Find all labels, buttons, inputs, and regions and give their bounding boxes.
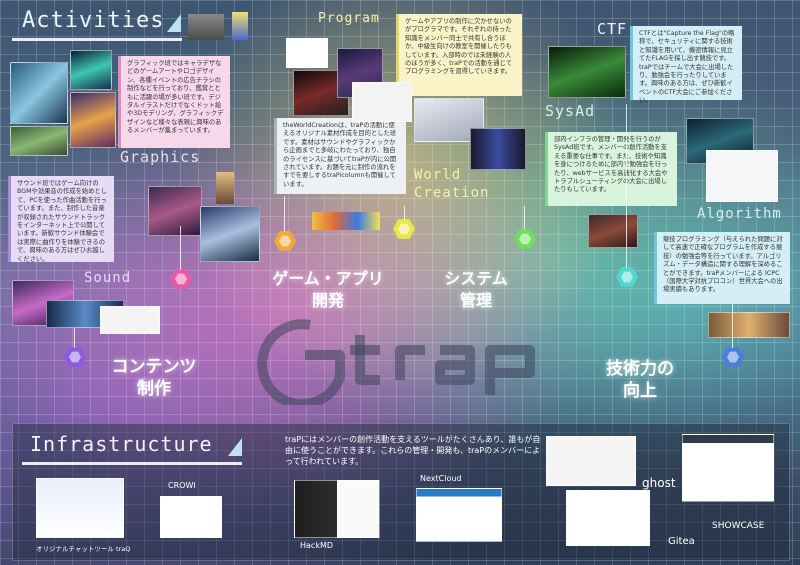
- title-world-creation: World Creation: [414, 167, 490, 201]
- title-program: Program: [318, 11, 380, 26]
- ghost-screenshot: [546, 436, 636, 486]
- title-activities: Activities: [22, 8, 165, 33]
- connector-line: [180, 226, 181, 270]
- algorithm-photo: [708, 312, 790, 338]
- nextcloud-logo: NextCloud: [420, 474, 462, 483]
- title-graphics: Graphics: [120, 148, 201, 166]
- panel-sysad: 部内インフラの管理・開発を行うのがSysAd班です。メンバーの創作活動を支える重…: [545, 132, 677, 206]
- panel-program: ゲームやアプリの制作に欠かせないのがプログラマです。それぞれの持った知識をメンバ…: [396, 14, 522, 96]
- crowi-logo: CROWI: [168, 481, 196, 490]
- title-sound: Sound: [84, 270, 132, 286]
- crowi-screenshot: [160, 496, 222, 538]
- program-screenshot-1: [286, 38, 328, 68]
- world-creation-icons: [312, 212, 380, 230]
- connector-line: [732, 304, 733, 348]
- title-ctf: CTF: [597, 20, 628, 38]
- showcase-screenshot: [682, 434, 774, 502]
- robot-sprite: [188, 14, 224, 40]
- title-bar-activities: [12, 38, 182, 41]
- connector-line: [524, 206, 525, 230]
- infrastructure-description: traPにはメンバーの創作活動を支えるツールがたくさんあり、誰もが自由に使うこと…: [285, 435, 541, 466]
- panel-graphics: グラフィック班ではキャラデザなどのゲームアートやロゴデザイン、各種イベントの広告…: [118, 56, 230, 148]
- panel-algorithm: 競技プログラミング（与えられた問題に対して高速で正確なプログラムを作成する競技）…: [654, 232, 790, 304]
- sysad-photo: [588, 214, 638, 248]
- connector-line: [284, 196, 285, 232]
- program-screenshot-4: [352, 82, 412, 122]
- sound-screenshot-3: [100, 306, 160, 334]
- traq-screenshot: [36, 478, 124, 538]
- gitea-logo: Gitea: [668, 536, 695, 547]
- corner-triangle-icon: [167, 14, 181, 32]
- graphics-image-4: [10, 126, 68, 156]
- ghost-logo: ghost: [642, 476, 676, 490]
- graphics-image-3: [70, 92, 116, 148]
- connector-line: [404, 206, 405, 220]
- panel-worldcreation: theWorldCreationは、traPの活動に使えるオリジナル素材作成を目…: [274, 118, 406, 194]
- label-game-app: ゲーム・アプリ 開発: [272, 269, 384, 310]
- title-infrastructure: Infrastructure: [30, 432, 213, 456]
- program-screenshot-6: [470, 128, 526, 170]
- showcase-logo: SHOWCASE: [712, 521, 765, 531]
- label-content: コンテンツ 制作: [111, 357, 197, 399]
- nextcloud-screenshot: [416, 488, 502, 542]
- label-tech: 技術力の 向上: [606, 359, 674, 401]
- hackmd-screenshot: [294, 480, 380, 538]
- gitea-screenshot: [566, 490, 650, 546]
- title-bar-infrastructure: [22, 462, 242, 465]
- corner-triangle-icon: [228, 438, 242, 456]
- traq-logo: オリジナルチャットツール traQ: [36, 545, 131, 553]
- character-sprite: [232, 12, 248, 40]
- character-sprite-2: [216, 172, 234, 204]
- label-system: システム 管理: [444, 269, 508, 310]
- hackmd-logo: HackMD: [300, 541, 334, 550]
- graphics-image-2: [70, 50, 112, 90]
- graphics-screenshot: [200, 206, 260, 262]
- connector-line: [626, 104, 627, 268]
- trap-logo: [257, 319, 535, 405]
- graphics-image-1: [10, 62, 68, 124]
- panel-sound: サウンド班ではゲーム向けのBGMや効果音の作成を始めとして、PCを使った作曲活動…: [8, 176, 114, 263]
- ctf-screenshot: [548, 46, 626, 98]
- sysad-screenshot-2: [706, 150, 778, 202]
- graphics-pixel-art: [148, 186, 202, 236]
- title-sysad: SysAd: [545, 102, 596, 120]
- connector-line: [74, 328, 75, 348]
- title-algorithm: Algorithm: [697, 206, 782, 222]
- panel-ctf: CTFとは"Capture the Flag"の略称で、セキュリティに関する技術…: [630, 26, 742, 104]
